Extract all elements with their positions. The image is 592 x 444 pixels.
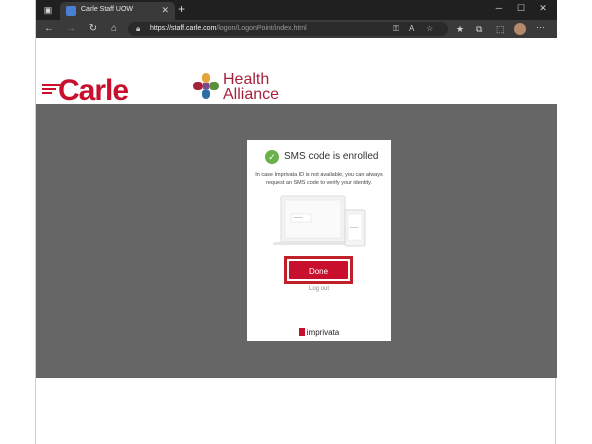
new-tab-button[interactable]: + — [178, 3, 185, 15]
health-alliance-logo: Health Alliance — [223, 71, 280, 103]
url-text[interactable]: https://staff.carle.com/logon/LogonPoint… — [150, 25, 307, 32]
done-button[interactable]: Done — [289, 261, 348, 279]
browser-tab[interactable]: Carle Staff UOW ✕ — [60, 2, 175, 20]
profile-avatar[interactable] — [514, 23, 526, 35]
navigation-bar: ← → ↻ ⌂ 🔒︎ https://staff.carle.com/logon… — [36, 20, 557, 38]
imprivata-logo: imprivata — [247, 328, 391, 337]
key-icon[interactable]: ⚿ — [393, 24, 399, 34]
card-description: In case Imprivata ID is not available, y… — [255, 172, 383, 186]
laptop-phone-illustration — [273, 195, 366, 247]
minimize-icon[interactable]: ─ — [492, 3, 506, 13]
address-bar[interactable]: 🔒︎ https://staff.carle.com/logon/LogonPo… — [128, 22, 448, 36]
extensions-icon[interactable]: ⬚ — [496, 24, 505, 35]
refresh-icon[interactable]: ↻ — [86, 22, 100, 36]
logout-link[interactable]: Log out — [247, 286, 391, 292]
tab-actions-icon[interactable]: ▣ — [42, 4, 54, 16]
forward-icon[interactable]: → — [64, 22, 78, 36]
check-circle-icon: ✓ — [265, 150, 279, 164]
window-close-icon[interactable]: ✕ — [536, 3, 550, 14]
tab-title: Carle Staff UOW — [81, 6, 133, 13]
favorites-icon[interactable]: ★ — [456, 24, 464, 35]
collections-icon[interactable]: ⧉ — [476, 24, 482, 35]
imprivata-mark-icon — [298, 328, 305, 336]
back-icon[interactable]: ← — [42, 22, 56, 36]
carle-stripes-icon — [42, 84, 60, 94]
page-header: Carle Health Alliance — [36, 38, 557, 107]
read-aloud-icon[interactable]: A — [409, 24, 414, 33]
tab-bar: ▣ Carle Staff UOW ✕ + ─ ☐ ✕ — [36, 0, 557, 20]
lock-icon[interactable]: 🔒︎ — [136, 24, 140, 34]
enrollment-card: ✓ SMS code is enrolled In case Imprivata… — [247, 140, 391, 341]
tab-close-icon[interactable]: ✕ — [161, 5, 169, 16]
card-title: SMS code is enrolled — [284, 151, 379, 162]
health-alliance-cross-icon — [193, 73, 219, 99]
carle-logo: Carle — [42, 74, 129, 108]
more-menu-icon[interactable]: ⋯ — [536, 22, 545, 33]
home-icon[interactable]: ⌂ — [107, 22, 121, 36]
tab-favicon-icon — [66, 6, 76, 16]
browser-window: ▣ Carle Staff UOW ✕ + ─ ☐ ✕ ← → ↻ ⌂ 🔒︎ h… — [35, 0, 557, 444]
page-content: ✓ SMS code is enrolled In case Imprivata… — [36, 104, 557, 378]
maximize-icon[interactable]: ☐ — [514, 3, 528, 14]
favorite-star-icon[interactable]: ☆ — [426, 24, 433, 33]
